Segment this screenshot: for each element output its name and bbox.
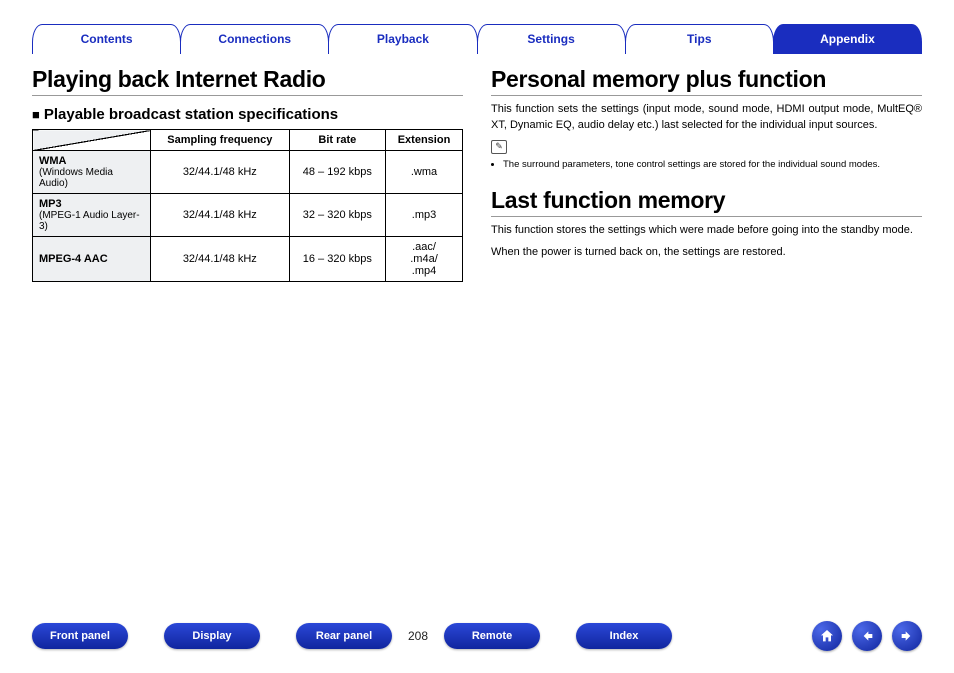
right-para-2a: This function stores the settings which … [491, 223, 922, 239]
cell-rate: 48 – 192 kbps [289, 151, 385, 194]
cell-ext: .aac/ .m4a/ .mp4 [386, 237, 463, 282]
top-tabs: Contents Connections Playback Settings T… [32, 24, 922, 54]
tab-contents[interactable]: Contents [32, 24, 181, 54]
cell-samp: 32/44.1/48 kHz [151, 194, 290, 237]
display-button[interactable]: Display [164, 623, 260, 649]
left-column: Playing back Internet Radio ■ Playable br… [32, 62, 463, 282]
left-subtitle: ■ Playable broadcast station specificatio… [32, 106, 463, 123]
front-panel-button[interactable]: Front panel [32, 623, 128, 649]
arrow-left-icon [859, 628, 875, 644]
spec-table: Sampling frequency Bit rate Extension WM… [32, 129, 463, 282]
fmt-desc: (Windows Media Audio) [39, 167, 144, 189]
fmt-name: WMA [39, 155, 144, 167]
right-para-1: This function sets the settings (input m… [491, 102, 922, 134]
footer-nav: Front panel Display Rear panel 208 Remot… [32, 621, 922, 651]
tab-appendix[interactable]: Appendix [773, 24, 922, 54]
fmt-desc: (MPEG-1 Audio Layer-3) [39, 210, 144, 232]
header-ext: Extension [386, 130, 463, 151]
cell-ext: .mp3 [386, 194, 463, 237]
table-row: MP3 (MPEG-1 Audio Layer-3) 32/44.1/48 kH… [33, 194, 463, 237]
note-item: The surround parameters, tone control se… [503, 158, 922, 171]
header-bitrate: Bit rate [289, 130, 385, 151]
prev-page-button[interactable] [852, 621, 882, 651]
cell-ext: .wma [386, 151, 463, 194]
cell-rate: 32 – 320 kbps [289, 194, 385, 237]
home-button[interactable] [812, 621, 842, 651]
right-column: Personal memory plus function This funct… [491, 62, 922, 282]
subtitle-text: Playable broadcast station specification… [44, 106, 338, 123]
page-number: 208 [400, 629, 436, 643]
cell-samp: 32/44.1/48 kHz [151, 151, 290, 194]
tab-settings[interactable]: Settings [477, 24, 626, 54]
tab-playback[interactable]: Playback [328, 24, 477, 54]
header-sampling: Sampling frequency [151, 130, 290, 151]
rear-panel-button[interactable]: Rear panel [296, 623, 392, 649]
tab-connections[interactable]: Connections [180, 24, 329, 54]
cell-rate: 16 – 320 kbps [289, 237, 385, 282]
right-title-2: Last function memory [491, 187, 922, 217]
table-header-row: Sampling frequency Bit rate Extension [33, 130, 463, 151]
table-row: MPEG-4 AAC 32/44.1/48 kHz 16 – 320 kbps … [33, 237, 463, 282]
next-page-button[interactable] [892, 621, 922, 651]
subtitle-marker: ■ [32, 107, 40, 122]
fmt-name: MPEG-4 AAC [39, 253, 144, 265]
left-title: Playing back Internet Radio [32, 66, 463, 96]
right-title-1: Personal memory plus function [491, 66, 922, 96]
fmt-name: MP3 [39, 198, 144, 210]
tab-tips[interactable]: Tips [625, 24, 774, 54]
pencil-icon: ✎ [491, 140, 507, 154]
right-para-2b: When the power is turned back on, the se… [491, 245, 922, 261]
table-row: WMA (Windows Media Audio) 32/44.1/48 kHz… [33, 151, 463, 194]
remote-button[interactable]: Remote [444, 623, 540, 649]
home-icon [819, 628, 835, 644]
arrow-right-icon [899, 628, 915, 644]
header-blank [33, 130, 151, 151]
cell-samp: 32/44.1/48 kHz [151, 237, 290, 282]
note-list: The surround parameters, tone control se… [503, 158, 922, 171]
index-button[interactable]: Index [576, 623, 672, 649]
